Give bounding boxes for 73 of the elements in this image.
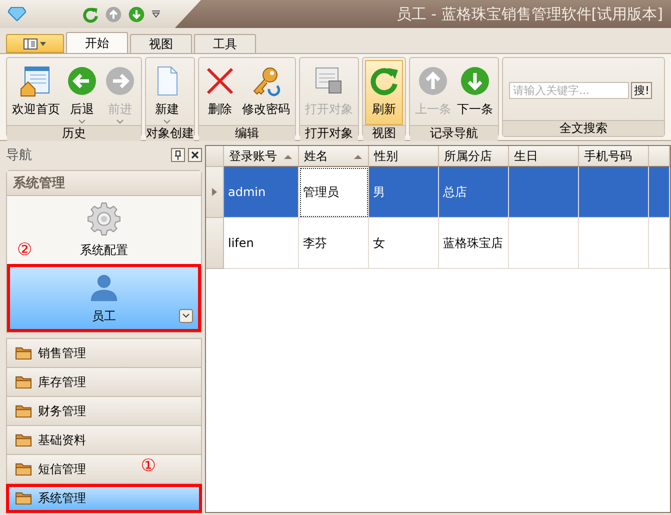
refresh-icon xyxy=(368,65,400,97)
table-cell: 李芬 xyxy=(299,218,369,269)
column-header[interactable]: 手机号码 xyxy=(579,146,649,167)
table-cell: 蓝格珠宝店 xyxy=(439,218,509,269)
callout-number: ① xyxy=(140,458,156,475)
column-header[interactable]: 生日 xyxy=(509,146,579,167)
caret-icon[interactable] xyxy=(151,10,161,18)
ribbon-button[interactable]: 新建 xyxy=(148,60,186,125)
column-header[interactable]: 登录账号 xyxy=(224,146,299,167)
group-label: 对象创建 xyxy=(146,125,194,141)
folder-icon xyxy=(15,404,32,418)
callout-number: ② xyxy=(17,242,32,259)
navigation-item[interactable]: 员工 xyxy=(7,264,201,332)
table-cell xyxy=(509,167,579,218)
folder-icon xyxy=(15,462,32,476)
table-cell xyxy=(579,167,649,218)
group-label: 历史 xyxy=(7,125,141,141)
group-header: 系统管理 xyxy=(7,171,201,196)
refresh-icon[interactable] xyxy=(82,6,99,22)
window-icon xyxy=(20,65,52,97)
navigation-group-button[interactable]: 系统管理 xyxy=(6,484,202,513)
header-corner xyxy=(206,146,224,167)
window-title: 员工 - 蓝格珠宝销售管理软件[试用版本] xyxy=(396,4,664,24)
group-label: 编辑 xyxy=(199,125,295,141)
close-icon[interactable] xyxy=(188,148,202,162)
column-header[interactable] xyxy=(649,146,670,167)
table-cell xyxy=(649,167,670,218)
column-header[interactable]: 姓名 xyxy=(299,146,369,167)
navigation-group-button[interactable]: 库存管理 xyxy=(6,368,202,397)
ribbon-button[interactable]: 修改密码 xyxy=(239,60,293,125)
column-header[interactable]: 性别 xyxy=(369,146,439,167)
ribbon-button[interactable]: 后退 xyxy=(63,60,101,125)
group-label: 记录导航 xyxy=(410,125,498,141)
panel-title: 导航 xyxy=(6,147,32,164)
application-menu-button[interactable] xyxy=(6,34,64,53)
table-cell: 女 xyxy=(369,218,439,269)
diamond-icon[interactable] xyxy=(8,7,26,21)
table-cell xyxy=(509,218,579,269)
navigation-group-button[interactable]: 销售管理 xyxy=(6,338,202,368)
ribbon-tab[interactable]: 工具 xyxy=(194,34,256,53)
table-cell xyxy=(649,218,670,269)
ribbon-button[interactable]: 刷新 xyxy=(365,60,403,125)
ribbon-button[interactable]: 下一条 xyxy=(454,60,496,125)
row-header[interactable] xyxy=(206,167,224,218)
folder-icon xyxy=(15,375,32,389)
ribbon-button[interactable]: 删除 xyxy=(201,60,239,125)
group-label: 打开对象 xyxy=(300,125,358,141)
folder-icon xyxy=(15,346,32,360)
group-label: 视图 xyxy=(363,125,405,141)
current-row-icon xyxy=(212,188,217,196)
ribbon-tab[interactable]: 开始 xyxy=(66,32,128,53)
folder-icon xyxy=(15,433,32,447)
group-label: 全文搜索 xyxy=(503,120,664,136)
dropdown-icon[interactable] xyxy=(179,309,193,323)
column-header[interactable]: 所属分店 xyxy=(439,146,509,167)
panel-icon xyxy=(23,38,47,50)
navigation-group-button[interactable]: 财务管理 xyxy=(6,397,202,426)
table-cell: 男 xyxy=(369,167,439,218)
folder-icon xyxy=(15,491,32,505)
pin-icon[interactable] xyxy=(171,148,185,162)
cross-icon xyxy=(204,65,236,97)
table-cell: 总店 xyxy=(439,167,509,218)
search-button[interactable]: 搜! xyxy=(631,82,652,99)
table-cell: 管理员 xyxy=(299,167,369,218)
navigation-group-button[interactable]: 基础资料 xyxy=(6,426,202,455)
ribbon-button[interactable]: 欢迎首页 xyxy=(9,60,63,125)
table-cell xyxy=(579,218,649,269)
search-field[interactable]: 请输入关键字... xyxy=(509,82,629,99)
gear-icon xyxy=(87,202,121,236)
table-cell: lifen xyxy=(224,218,299,269)
navigation-item[interactable]: 系统配置 xyxy=(56,196,152,264)
table-cell: admin xyxy=(224,167,299,218)
ribbon-tab[interactable]: 视图 xyxy=(130,34,192,53)
